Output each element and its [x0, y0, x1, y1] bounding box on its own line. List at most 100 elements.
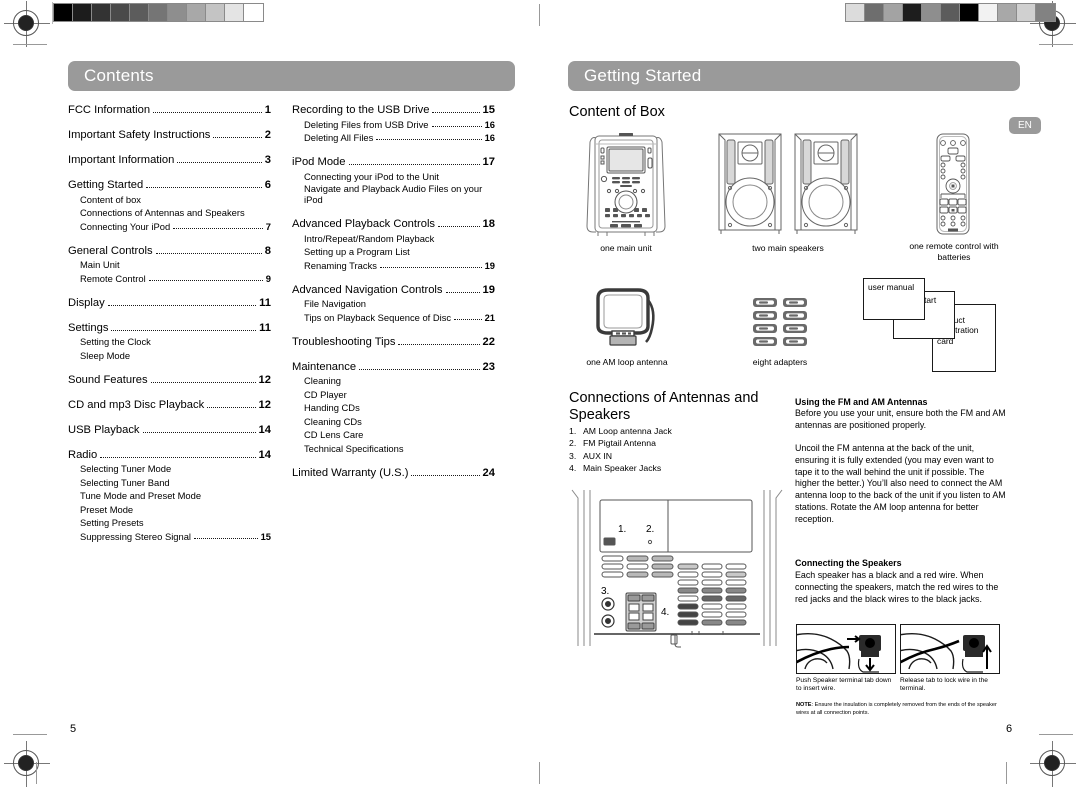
toc-entry-title: Recording to the USB Drive	[292, 104, 430, 116]
toc-entry[interactable]: CD Player	[292, 389, 495, 400]
toc-entry[interactable]: Cleaning	[292, 375, 495, 386]
toc-entry[interactable]: Advanced Navigation Controls 19	[292, 284, 495, 296]
toc-leader-dots	[432, 112, 480, 113]
toc-entry-page: 19	[484, 259, 495, 271]
toc-entry[interactable]: Content of box	[68, 194, 271, 205]
toc-entry-page: 3	[264, 154, 271, 166]
toc-entry[interactable]: Tips on Playback Sequence of Disc 21	[292, 312, 495, 323]
toc-entry[interactable]: Radio 14	[68, 449, 271, 461]
toc-entry-title: iPod Mode	[292, 156, 346, 168]
toc-leader-dots	[155, 252, 262, 254]
toc-entry[interactable]: Setting Presets	[68, 517, 271, 528]
toc-entry[interactable]: Settings 11	[68, 322, 271, 334]
language-badge-en: EN	[1009, 117, 1041, 134]
toc-entry[interactable]: File Navigation	[292, 298, 495, 309]
caption-am-loop-antenna: one AM loop antenna	[586, 357, 668, 367]
toc-entry[interactable]: Preset Mode	[68, 504, 271, 515]
left-page: Contents FCC Information 1 Important Safet…	[0, 0, 540, 788]
toc-entry-title: General Controls	[68, 244, 153, 257]
toc-entry[interactable]: Connecting Your iPod 7	[68, 221, 271, 232]
toc-entry-title: Tips on Playback Sequence of Disc	[304, 311, 452, 323]
toc-leader-dots	[148, 279, 263, 281]
toc-entry[interactable]: Handing CDs	[292, 402, 495, 413]
toc-entry[interactable]: Deleting Files from USB Drive 16	[292, 119, 495, 130]
toc-entry-title: Cleaning CDs	[304, 415, 362, 427]
toc-leader-dots	[177, 162, 262, 163]
connections-item-number: 1.	[569, 426, 577, 436]
toc-entry[interactable]: Selecting Tuner Mode	[68, 463, 271, 474]
toc-entry-title: Connections of Antennas and Speakers	[80, 207, 245, 218]
toc-entry[interactable]: Setting up a Program List	[292, 246, 495, 257]
right-page: Getting Started EN Content of Box one ma…	[540, 0, 1080, 788]
document-card-user-manual: user manual	[863, 278, 925, 320]
toc-entry[interactable]: FCC Information 1	[68, 104, 271, 116]
connections-item-number: 2.	[569, 438, 577, 449]
toc-entry[interactable]: Connecting your iPod to the Unit	[292, 171, 495, 182]
toc-entry-title: Advanced Playback Controls	[292, 218, 436, 231]
connections-item-number: 4.	[569, 463, 577, 474]
toc-leader-dots	[150, 381, 256, 383]
toc-entry[interactable]: Tune Mode and Preset Mode	[68, 490, 271, 501]
toc-leader-dots	[379, 266, 482, 268]
toc-entry-title: Settings	[68, 321, 109, 334]
toc-entry[interactable]: Setting the Clock	[68, 336, 271, 347]
toc-entry[interactable]: Display 11	[68, 297, 271, 309]
toc-leader-dots	[376, 139, 482, 140]
toc-column-left: FCC Information 1 Important Safety Instruc…	[68, 104, 271, 542]
toc-leader-dots	[144, 201, 268, 202]
toc-entry-title: Renaming Tracks	[304, 259, 377, 271]
toc-leader-dots	[100, 456, 256, 458]
toc-entry-title: Intro/Repeat/Random Playback	[304, 232, 435, 244]
toc-entry-title: USB Playback	[68, 423, 140, 436]
toc-entry[interactable]: General Controls 8	[68, 245, 271, 257]
toc-entry[interactable]: Maintenance 23	[292, 361, 495, 373]
speaker-terminal-photo-push	[796, 624, 896, 674]
toc-leader-dots	[136, 511, 268, 512]
toc-entry[interactable]: Main Unit	[68, 259, 271, 270]
toc-entry[interactable]: iPod Mode 17	[292, 156, 495, 168]
toc-entry[interactable]: Sleep Mode	[68, 350, 271, 361]
toc-entry[interactable]: Connections of Antennas and Speakers	[68, 207, 271, 218]
toc-leader-dots	[133, 357, 268, 358]
toc-entry[interactable]: Limited Warranty (U.S.) 24	[292, 467, 495, 479]
toc-entry[interactable]: CD Lens Care	[292, 429, 495, 440]
toc-entry[interactable]: Sound Features 12	[68, 374, 271, 386]
toc-entry[interactable]: Troubleshooting Tips 22	[292, 336, 495, 348]
svg-text:3.: 3.	[601, 586, 609, 597]
toc-entry[interactable]: Important Safety Instructions 2	[68, 129, 271, 141]
page-number-right: 6	[1006, 723, 1013, 735]
rear-panel-diagram: 1. 2. 3. 4.	[568, 488, 786, 650]
toc-leader-dots	[107, 304, 257, 306]
toc-leader-dots	[194, 537, 258, 539]
toc-entry[interactable]: USB Playback 14	[68, 424, 271, 436]
toc-entry[interactable]: Important Information 3	[68, 154, 271, 166]
connections-list-item: 1. AM Loop antenna Jack	[569, 425, 774, 437]
toc-entry[interactable]: Navigate and Playback Audio Files on you…	[292, 183, 495, 205]
toc-entry[interactable]: Deleting All Files 16	[292, 132, 495, 143]
toc-entry-page: 21	[484, 311, 495, 323]
toc-leader-dots	[363, 409, 492, 410]
toc-entry[interactable]: Suppressing Stereo Signal 15	[68, 531, 271, 542]
toc-entry-title: Cleaning	[304, 375, 342, 387]
toc-entry-title: Important Information	[68, 154, 175, 166]
caption-eight-adapters: eight adapters	[752, 357, 808, 367]
toc-entry[interactable]: Cleaning CDs	[292, 416, 495, 427]
toc-entry-title: Connecting your iPod to the Unit	[304, 170, 439, 182]
toc-entry[interactable]: Remote Control 9	[68, 273, 271, 284]
toc-entry[interactable]: Getting Started 6	[68, 179, 271, 191]
toc-entry-title: Deleting Files from USB Drive	[304, 118, 429, 130]
toc-entry[interactable]: Advanced Playback Controls 18	[292, 218, 495, 230]
toc-entry[interactable]: Selecting Tuner Band	[68, 477, 271, 488]
toc-entry[interactable]: CD and mp3 Disc Playback 12	[68, 399, 271, 411]
toc-leader-dots	[344, 382, 492, 383]
toc-entry[interactable]: Renaming Tracks 19	[292, 260, 495, 271]
toc-entry-page: 7	[265, 220, 271, 232]
toc-entry[interactable]: Technical Specifications	[292, 443, 495, 454]
toc-entry[interactable]: Recording to the USB Drive 15	[292, 104, 495, 116]
svg-text:4.: 4.	[661, 607, 669, 618]
toc-leader-dots	[431, 125, 482, 127]
toc-entry-title: Sound Features	[68, 373, 148, 386]
toc-leader-dots	[248, 214, 268, 215]
toc-entry[interactable]: Intro/Repeat/Random Playback	[292, 233, 495, 244]
note-text: : Ensure the insulation is completely re…	[796, 702, 997, 716]
